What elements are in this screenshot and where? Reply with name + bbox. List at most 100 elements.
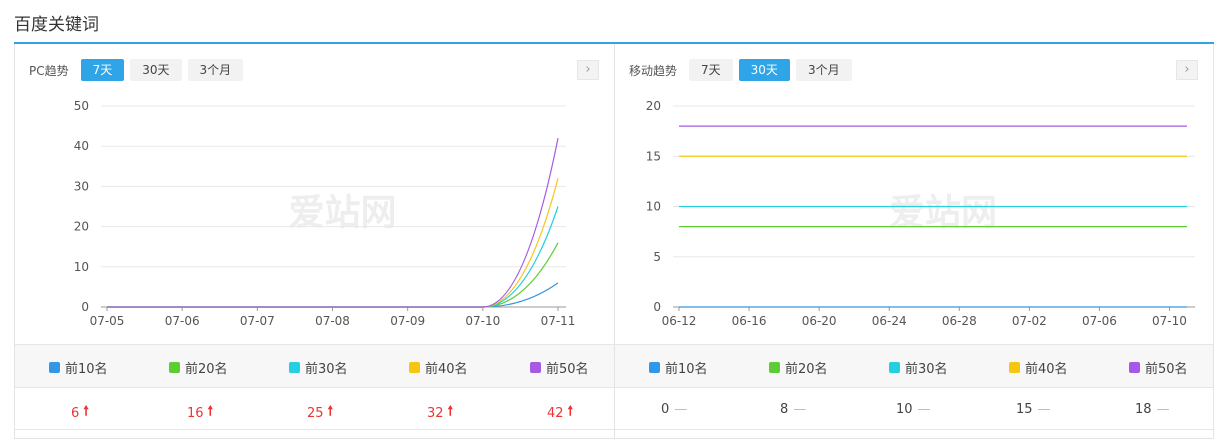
value-text: 42 — [547, 405, 564, 421]
mobile-trend-panel: 移动趋势 7天 30天 3个月 › 爱站网 0 5 10 15 20 06-12 06-16 0… — [614, 44, 1214, 439]
legend-item[interactable]: 前30名 — [889, 358, 948, 377]
legend-item[interactable]: 前30名 — [289, 358, 348, 377]
x-tick-label: 06-24 — [872, 314, 907, 328]
y-tick-label: 5 — [653, 250, 661, 264]
legend-swatch — [289, 362, 300, 373]
legend-item[interactable]: 前20名 — [769, 358, 828, 377]
legend-label: 前30名 — [905, 362, 948, 377]
legend-item[interactable]: 前50名 — [530, 358, 589, 377]
x-tick-label: 06-20 — [802, 314, 837, 328]
pc-footer-row — [15, 429, 614, 439]
value-text: 6 — [71, 405, 80, 421]
legend-swatch — [169, 362, 180, 373]
x-tick-label: 07-07 — [240, 314, 275, 328]
y-tick-label: 0 — [653, 300, 661, 314]
mobile-line-chart: 爱站网 0 5 10 15 20 06-12 06-16 06-20 06-24 06-28 07-0… — [646, 99, 1195, 328]
y-tick-label: 15 — [646, 149, 661, 163]
mobile-value-top10: 0— — [661, 402, 687, 417]
watermark-text: 爱站网 — [288, 193, 396, 234]
dash-icon: — — [674, 402, 688, 417]
mobile-value-top20: 8— — [780, 402, 806, 417]
y-tick-label: 40 — [74, 139, 89, 153]
value-text: 16 — [187, 405, 204, 421]
legend-label: 前30名 — [305, 362, 348, 377]
value-text: 0 — [661, 402, 670, 417]
legend-swatch — [769, 362, 780, 373]
legend-label: 前50名 — [546, 362, 589, 377]
legend-label: 前20名 — [185, 362, 228, 377]
x-tick-label: 07-11 — [541, 314, 576, 328]
up-arrow-icon: 🠕 — [327, 404, 334, 419]
y-tick-label: 30 — [74, 179, 89, 193]
watermark-text: 爱站网 — [889, 193, 997, 234]
pc-values: 6 🠕 16 🠕 25 🠕 32 🠕 42 🠕 — [15, 387, 614, 429]
legend-item[interactable]: 前40名 — [1009, 358, 1068, 377]
y-tick-label: 50 — [74, 99, 89, 113]
pc-legend: 前10名 前20名 前30名 前40名 前50名 — [15, 344, 614, 387]
legend-swatch — [649, 362, 660, 373]
legend-label: 前10名 — [65, 362, 108, 377]
series-line — [107, 282, 559, 308]
up-arrow-icon: 🠕 — [567, 404, 574, 419]
mobile-footer-row — [615, 429, 1213, 439]
legend-item[interactable]: 前50名 — [1129, 358, 1188, 377]
legend-swatch — [530, 362, 541, 373]
x-tick-label: 07-06 — [1082, 314, 1117, 328]
legend-item[interactable]: 前20名 — [169, 358, 228, 377]
legend-swatch — [889, 362, 900, 373]
x-tick-label: 06-12 — [662, 314, 697, 328]
value-text: 18 — [1135, 402, 1152, 417]
y-tick-label: 10 — [74, 260, 89, 274]
x-tick-label: 07-08 — [315, 314, 350, 328]
legend-label: 前40名 — [1025, 362, 1068, 377]
pc-value-top30: 25 🠕 — [307, 402, 333, 424]
legend-label: 前40名 — [425, 362, 468, 377]
dash-icon: — — [1037, 402, 1051, 417]
pc-trend-panel: PC趋势 7天 30天 3个月 › 爱站网 0 10 20 30 40 50 07-05 07-… — [14, 44, 615, 439]
pc-value-top40: 32 🠕 — [427, 402, 453, 424]
pc-value-top10: 6 🠕 — [71, 402, 89, 424]
y-tick-label: 20 — [646, 99, 661, 113]
x-tick-label: 07-06 — [165, 314, 200, 328]
pc-line-chart: 爱站网 0 10 20 30 40 50 07-05 07-06 07-07 07-08 07-09 0… — [74, 99, 576, 328]
x-tick-label: 07-05 — [90, 314, 125, 328]
mobile-value-top40: 15 — — [1016, 402, 1051, 417]
page-title: 百度关键词 — [14, 15, 99, 35]
legend-swatch — [1129, 362, 1140, 373]
x-tick-label: 07-10 — [465, 314, 500, 328]
legend-label: 前10名 — [665, 362, 708, 377]
value-text: 25 — [307, 405, 324, 421]
legend-label: 前50名 — [1145, 362, 1188, 377]
value-text: 15 — [1016, 402, 1033, 417]
legend-item[interactable]: 前40名 — [409, 358, 468, 377]
legend-label: 前20名 — [785, 362, 828, 377]
up-arrow-icon: 🠕 — [207, 404, 214, 419]
y-tick-label: 20 — [74, 220, 89, 234]
pc-value-top20: 16 🠕 — [187, 402, 213, 424]
x-tick-label: 07-09 — [390, 314, 425, 328]
y-tick-label: 0 — [81, 300, 89, 314]
legend-item[interactable]: 前10名 — [649, 358, 708, 377]
mobile-value-top30: 10 — — [896, 402, 931, 417]
dash-icon: — — [1156, 402, 1170, 417]
mobile-value-top50: 18 — — [1135, 402, 1170, 417]
legend-swatch — [49, 362, 60, 373]
x-tick-label: 06-28 — [942, 314, 977, 328]
mobile-legend: 前10名 前20名 前30名 前40名 前50名 — [615, 344, 1213, 387]
value-text: 10 — [896, 402, 913, 417]
x-tick-label: 06-16 — [732, 314, 767, 328]
series-line — [107, 242, 559, 308]
value-text: 8 — [780, 402, 789, 417]
x-tick-label: 07-10 — [1152, 314, 1187, 328]
up-arrow-icon: 🠕 — [83, 404, 89, 419]
mobile-values: 0— 8— 10— 15— 18— — [615, 387, 1213, 429]
y-tick-label: 10 — [646, 200, 661, 214]
value-text: 32 — [427, 405, 444, 421]
legend-swatch — [1009, 362, 1020, 373]
dash-icon: — — [917, 402, 931, 417]
legend-swatch — [409, 362, 420, 373]
dash-icon: — — [793, 402, 807, 417]
legend-item[interactable]: 前10名 — [49, 358, 108, 377]
x-tick-label: 07-02 — [1012, 314, 1047, 328]
up-arrow-icon: 🠕 — [447, 404, 454, 419]
